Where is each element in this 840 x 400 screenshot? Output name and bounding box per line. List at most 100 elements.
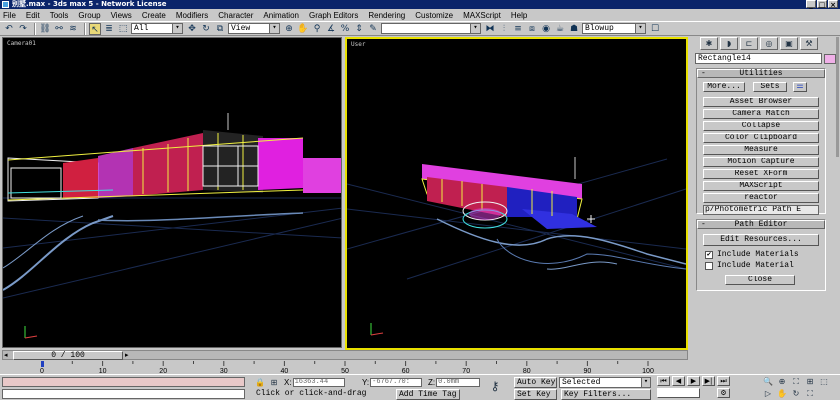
pivot-center-icon[interactable]: ⊕	[283, 23, 295, 35]
zoom-region-icon[interactable]: ⬚	[818, 376, 830, 387]
menu-graph-editors[interactable]: Graph Editors	[309, 11, 358, 20]
create-tab-icon[interactable]: ✱	[700, 37, 718, 50]
play-icon[interactable]: ▶	[687, 376, 700, 386]
go-to-start-icon[interactable]: ⏮	[657, 376, 670, 386]
motion-capture-button[interactable]: Motion Capture	[703, 157, 819, 167]
reactor-button[interactable]: reactor	[703, 193, 819, 203]
align-icon[interactable]: ⫶	[498, 23, 510, 35]
viewport-user[interactable]: User	[345, 37, 688, 350]
path-editor-rollout-header[interactable]: - Path Editor	[697, 220, 825, 229]
time-slider-thumb[interactable]: 0 / 100	[13, 351, 123, 360]
absolute-mode-icon[interactable]: ⊞	[268, 377, 280, 388]
current-frame-field[interactable]	[657, 388, 700, 398]
color-clipboard-button[interactable]: Color Clipboard	[703, 133, 819, 143]
reset-xform-button[interactable]: Reset XForm	[703, 169, 819, 179]
menu-tools[interactable]: Tools	[50, 11, 69, 20]
edit-resources-button[interactable]: Edit Resources...	[703, 234, 819, 246]
pan-icon[interactable]: ✋	[776, 388, 788, 399]
select-and-rotate-icon[interactable]: ↻	[200, 23, 212, 35]
menu-character[interactable]: Character	[218, 11, 253, 20]
photometric-path-editor-field[interactable]: p/Photometric Path E	[703, 205, 819, 215]
configure-button-sets-icon[interactable]: ☰	[793, 82, 807, 92]
viewport-camera01[interactable]: Camera01	[2, 37, 342, 348]
mirror-icon[interactable]: ⧓	[484, 23, 496, 35]
menu-group[interactable]: Group	[78, 11, 100, 20]
motion-tab-icon[interactable]: ◎	[760, 37, 778, 50]
percent-snap-icon[interactable]: %	[339, 23, 351, 35]
add-time-tag-button[interactable]: Add Time Tag	[396, 389, 460, 400]
quick-render-icon[interactable]: ☗	[568, 23, 580, 35]
set-key-icon[interactable]: ⚷	[484, 380, 506, 392]
utilities-rollout-header[interactable]: - Utilities	[697, 69, 825, 78]
spinner-snap-icon[interactable]: ⇕	[353, 23, 365, 35]
key-mode-dropdown[interactable]: Selected	[559, 377, 651, 388]
current-frame-marker[interactable]	[41, 361, 44, 367]
measure-button[interactable]: Measure	[703, 145, 819, 155]
redo-icon[interactable]: ↷	[17, 23, 29, 35]
close-button[interactable]: Close	[725, 275, 795, 285]
menu-modifiers[interactable]: Modifiers	[176, 11, 208, 20]
sets-button[interactable]: Sets	[753, 82, 787, 92]
time-slider-next-icon[interactable]: ▸	[125, 351, 129, 360]
render-scene-icon[interactable]: ☕	[554, 23, 566, 35]
asset-browser-button[interactable]: Asset Browser	[703, 97, 819, 107]
render-type-dropdown[interactable]: Blowup	[582, 23, 646, 34]
time-slider-prev-icon[interactable]: ◂	[4, 351, 8, 360]
schematic-view-icon[interactable]: ⧈	[526, 23, 538, 35]
viewport-label[interactable]: Camera01	[7, 40, 36, 47]
include-material-checkbox[interactable]: Include Material	[705, 261, 794, 270]
menu-help[interactable]: Help	[511, 11, 527, 20]
menu-edit[interactable]: Edit	[26, 11, 40, 20]
z-coordinate-field[interactable]: 0.0mm	[436, 377, 481, 387]
previous-frame-icon[interactable]: ◀	[672, 376, 685, 386]
undo-icon[interactable]: ↶	[3, 23, 15, 35]
menu-animation[interactable]: Animation	[263, 11, 299, 20]
zoom-extents-all-icon[interactable]: ⊞	[804, 376, 816, 387]
selection-filter-dropdown[interactable]: All	[131, 23, 183, 34]
track-view-icon[interactable]: ≡	[512, 23, 524, 35]
menu-views[interactable]: Views	[111, 11, 132, 20]
active-shade-icon[interactable]: ☐	[649, 23, 661, 35]
maxscript-listener-mini[interactable]	[2, 377, 245, 387]
arc-rotate-icon[interactable]: ↻	[790, 388, 802, 399]
viewport-label[interactable]: User	[351, 41, 365, 48]
go-to-end-icon[interactable]: ⏭	[717, 376, 730, 386]
named-selection-dropdown[interactable]	[381, 23, 481, 34]
utilities-tab-icon[interactable]: ⚒	[800, 37, 818, 50]
snaps-toggle-icon[interactable]: ⚲	[311, 23, 323, 35]
display-tab-icon[interactable]: ▣	[780, 37, 798, 50]
unlink-icon[interactable]: ⚯	[53, 23, 65, 35]
y-coordinate-field[interactable]: -6767.70:	[370, 377, 423, 387]
menu-create[interactable]: Create	[142, 11, 166, 20]
command-panel-scrollbar[interactable]	[836, 37, 839, 157]
zoom-icon[interactable]: 🔍	[762, 376, 774, 387]
zoom-all-icon[interactable]: ⊕	[776, 376, 788, 387]
set-key-button[interactable]: Set Key	[514, 389, 557, 400]
time-configuration-icon[interactable]: ⚙	[717, 388, 730, 398]
time-slider[interactable]: ◂ 0 / 100 ▸	[2, 350, 688, 360]
camera-match-button[interactable]: Camera Match	[703, 109, 819, 119]
next-frame-icon[interactable]: ▶|	[702, 376, 715, 386]
minimize-button[interactable]: _	[806, 0, 816, 9]
selection-lock-icon[interactable]: 🔒	[254, 377, 266, 388]
menu-maxscript[interactable]: MAXScript	[463, 11, 501, 20]
key-filters-button[interactable]: Key Filters...	[561, 389, 651, 400]
collapse-button[interactable]: Collapse	[703, 121, 819, 131]
field-of-view-icon[interactable]: ▷	[762, 388, 774, 399]
more-button[interactable]: More...	[703, 82, 745, 92]
select-and-move-icon[interactable]: ✥	[186, 23, 198, 35]
select-and-scale-icon[interactable]: ⧉	[214, 23, 226, 35]
reference-coordinate-dropdown[interactable]: View	[228, 23, 280, 34]
material-editor-icon[interactable]: ◉	[540, 23, 552, 35]
auto-key-button[interactable]: Auto Key	[514, 377, 557, 388]
menu-rendering[interactable]: Rendering	[368, 11, 405, 20]
maxscript-input-mini[interactable]	[2, 389, 245, 399]
select-by-name-icon[interactable]: ≣	[103, 23, 115, 35]
include-materials-checkbox[interactable]: ✔ Include Materials	[705, 250, 799, 259]
object-name-field[interactable]: Rectangle14	[695, 53, 822, 64]
hierarchy-tab-icon[interactable]: ⊏	[740, 37, 758, 50]
maxscript-button[interactable]: MAXScript	[703, 181, 819, 191]
maximize-viewport-icon[interactable]: ⛶	[804, 388, 816, 399]
select-and-link-icon[interactable]: ⛓	[39, 23, 51, 35]
bind-space-warp-icon[interactable]: ≋	[67, 23, 79, 35]
